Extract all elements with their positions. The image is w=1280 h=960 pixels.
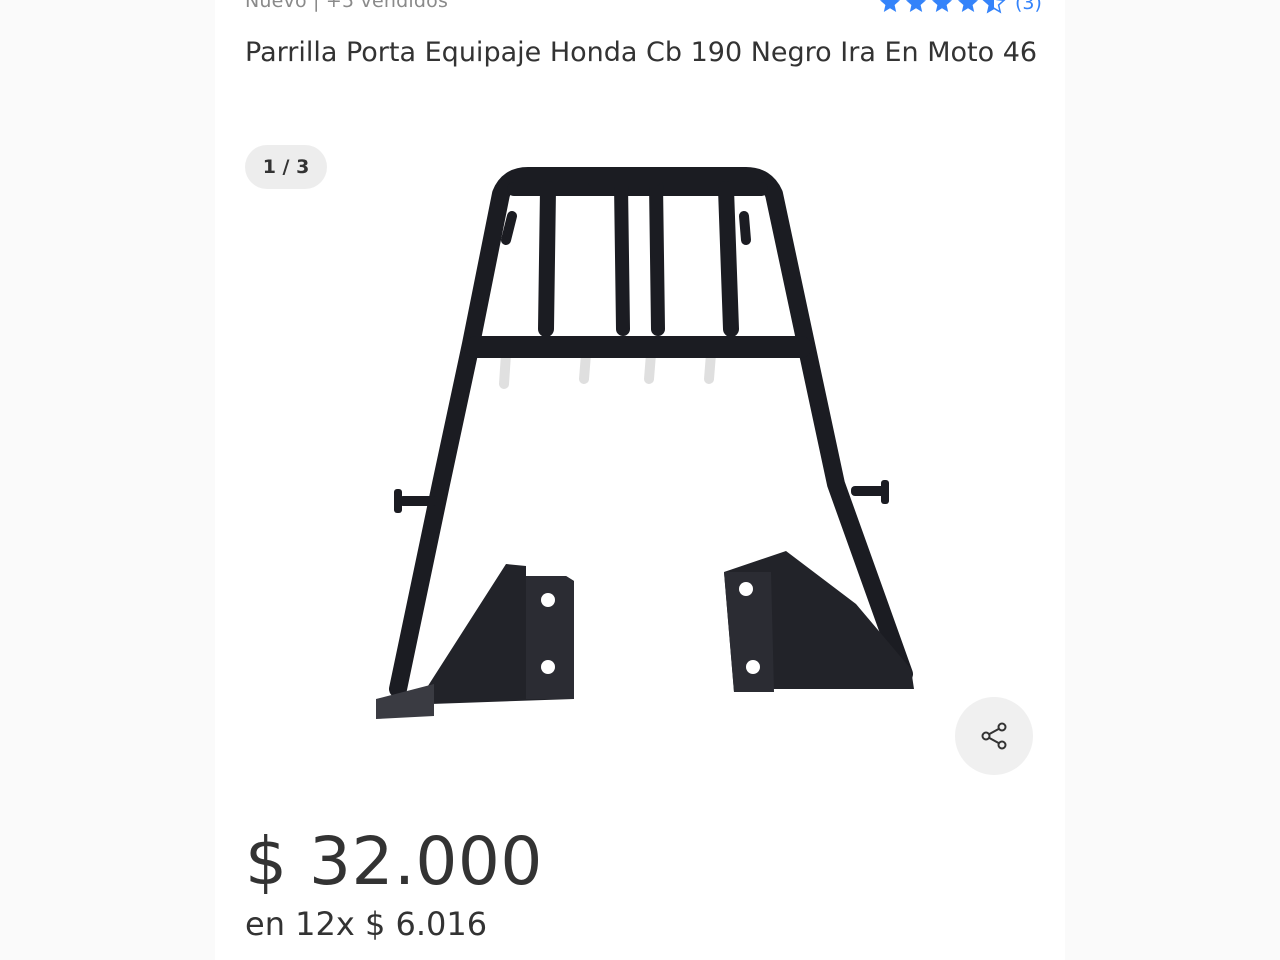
rating[interactable]: (3) [878,0,1042,15]
condition-and-sales: Nuevo | +5 vendidos [245,0,449,12]
luggage-rack-image [316,144,964,748]
product-page: Nuevo | +5 vendidos (3) Parrilla Porta E… [0,0,1280,960]
product-image[interactable] [316,144,964,748]
image-counter: 1 / 3 [245,145,327,189]
price: $ 32.000 [245,823,543,900]
rating-count[interactable]: (3) [1015,0,1042,14]
share-icon [981,722,1007,750]
installments: en 12x $ 6.016 [245,905,488,943]
share-button[interactable] [955,697,1033,775]
half-star-icon [982,0,1006,14]
star-icon [958,0,978,12]
star-icon [932,0,952,12]
product-title: Parrilla Porta Equipaje Honda Cb 190 Neg… [245,37,1038,68]
star-icon [906,0,926,12]
star-icon [880,0,900,12]
